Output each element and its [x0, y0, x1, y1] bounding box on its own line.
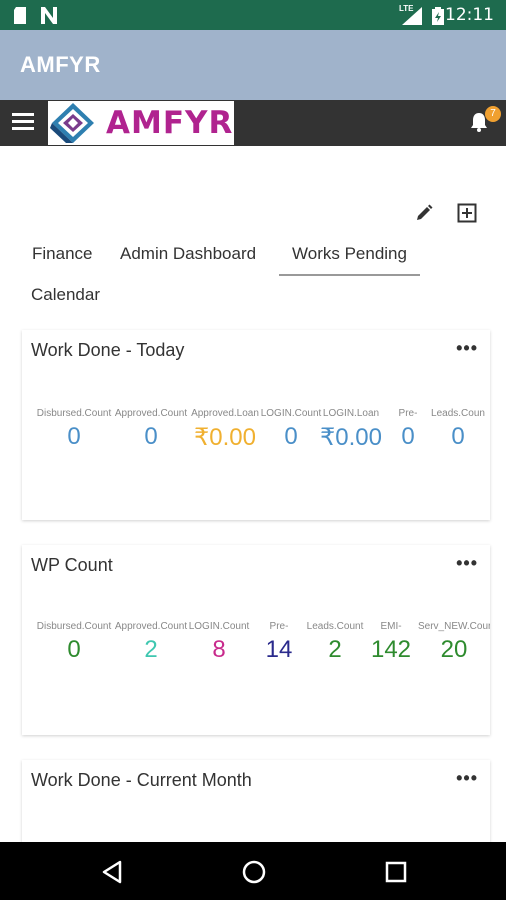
card-title: Work Done - Current Month: [31, 770, 252, 790]
stat-approved-count: Approved.Count 0: [114, 408, 188, 450]
recents-icon[interactable]: [385, 861, 407, 883]
back-icon[interactable]: [100, 860, 124, 884]
stat-approved-count: Approved.Count 2: [114, 621, 188, 663]
more-options-icon[interactable]: •••: [456, 768, 478, 789]
card-work-done-current-month: Work Done - Current Month •••: [22, 760, 490, 850]
card-title: Work Done - Today: [31, 340, 185, 360]
app-title: AMFYR: [20, 52, 101, 77]
tab-works-pending[interactable]: Works Pending: [279, 244, 420, 276]
add-box-icon[interactable]: [457, 203, 477, 223]
stat-disbursed-count: Disbursed.Count 0: [36, 621, 112, 663]
card-wp-count: WP Count ••• Disbursed.Count 0 Approved.…: [22, 545, 490, 735]
status-bar: LTE 12:11: [0, 0, 506, 30]
notification-badge: 7: [485, 106, 501, 122]
tab-finance[interactable]: Finance: [32, 244, 92, 264]
n-notification-icon: [41, 7, 57, 24]
home-icon[interactable]: [241, 859, 267, 885]
app-bar: AMFYR: [0, 30, 506, 100]
logo[interactable]: AMFYR: [48, 101, 234, 145]
sim-card-icon: [14, 7, 26, 24]
tab-calendar[interactable]: Calendar: [31, 285, 100, 305]
stat-leads-count: Leads.Coun 0: [431, 408, 485, 450]
network-label: LTE: [399, 4, 414, 13]
stat-disbursed-count: Disbursed.Count 0: [36, 408, 112, 450]
tab-admin-dashboard[interactable]: Admin Dashboard: [120, 244, 256, 264]
logo-text: AMFYR: [106, 105, 234, 141]
more-options-icon[interactable]: •••: [456, 338, 478, 359]
stat-serv-new-count: Serv_NEW.Cour 20: [418, 621, 490, 663]
system-nav-bar: [0, 842, 506, 900]
top-nav-bar: AMFYR: [0, 100, 506, 146]
more-options-icon[interactable]: •••: [456, 553, 478, 574]
clock: 12:11: [445, 5, 494, 25]
battery-icon: [432, 7, 444, 25]
card-work-done-today: Work Done - Today ••• Disbursed.Count 0 …: [22, 330, 490, 520]
menu-icon[interactable]: [12, 113, 34, 133]
logo-diamond-icon: [50, 103, 94, 143]
card-title: WP Count: [31, 555, 113, 575]
edit-pencil-icon[interactable]: [415, 204, 433, 222]
